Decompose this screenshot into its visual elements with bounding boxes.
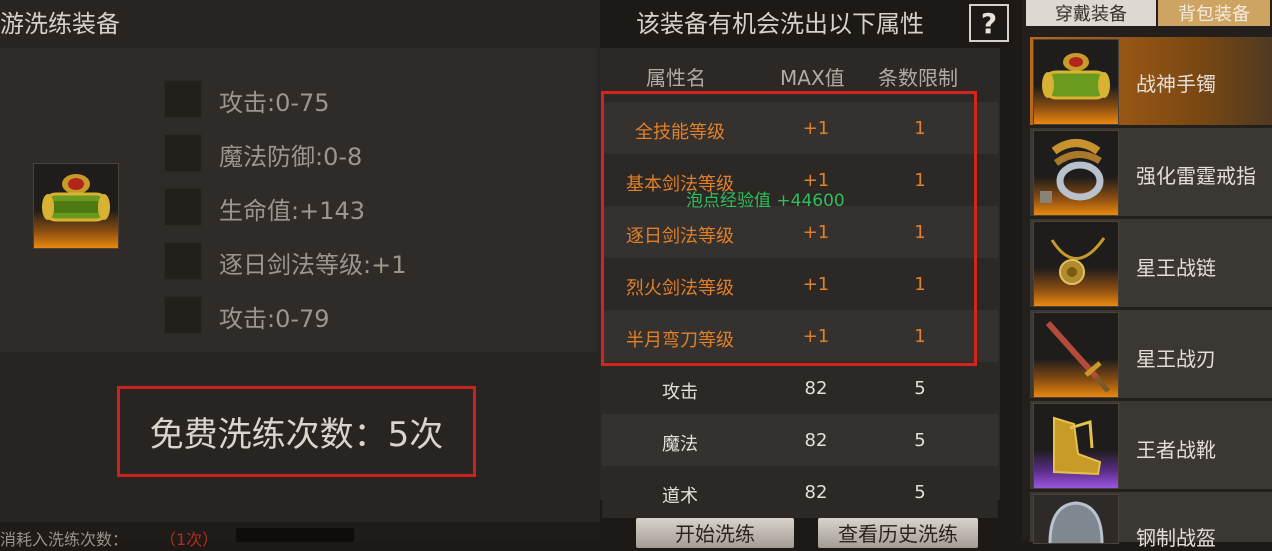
column-header-max: MAX值 xyxy=(780,66,845,90)
exp-gain-popup: 泡点经验值 +44600 xyxy=(686,191,845,211)
column-header-limit: 条数限制 xyxy=(878,66,958,90)
attribute-lock-checkbox[interactable] xyxy=(164,188,202,226)
start-refine-button[interactable]: 开始洗练 xyxy=(636,518,794,548)
refine-cost-value: （1次） xyxy=(160,530,219,549)
attribute-text: 魔法防御:0-8 xyxy=(219,143,363,171)
refine-panel-title: 游洗练装备 xyxy=(0,10,120,38)
attribute-lock-checkbox[interactable] xyxy=(164,80,202,118)
help-button[interactable]: ? xyxy=(969,4,1009,42)
equipment-name: 钢制战盔 xyxy=(1136,526,1216,550)
attribute-text: 攻击:0-79 xyxy=(219,305,330,333)
tab-worn-equipment[interactable]: 穿戴装备 xyxy=(1026,0,1156,26)
attribute-text: 攻击:0-75 xyxy=(219,89,330,117)
free-refine-count: 免费洗练次数：5次 xyxy=(117,386,476,477)
attribute-max-cell: 82 xyxy=(804,482,828,503)
attribute-text: 逐日剑法等级:+1 xyxy=(219,251,407,279)
equipment-name: 星王战刃 xyxy=(1136,347,1216,371)
attribute-limit-cell: 5 xyxy=(914,378,926,399)
necklace-icon xyxy=(1033,221,1119,307)
attribute-lock-checkbox[interactable] xyxy=(164,134,202,172)
highlight-frame xyxy=(601,91,977,366)
attribute-text: 生命值:+143 xyxy=(219,197,366,225)
possible-attributes-title: 该装备有机会洗出以下属性 xyxy=(636,10,924,38)
equipment-name: 王者战靴 xyxy=(1136,438,1216,462)
ring-icon xyxy=(1033,130,1119,216)
attribute-lock-checkbox[interactable] xyxy=(164,296,202,334)
refine-count-input[interactable] xyxy=(236,528,354,542)
attribute-name-cell: 魔法 xyxy=(662,434,698,455)
attribute-limit-cell: 5 xyxy=(914,482,926,503)
column-header-attribute: 属性名 xyxy=(646,66,706,90)
attribute-limit-cell: 5 xyxy=(914,430,926,451)
sword-icon xyxy=(1033,312,1119,398)
equipment-name: 强化雷霆戒指 xyxy=(1136,164,1256,188)
equipment-name: 战神手镯 xyxy=(1136,72,1216,96)
bracelet-icon xyxy=(1033,39,1119,125)
boots-icon xyxy=(1033,403,1119,489)
bracelet-icon[interactable] xyxy=(33,163,119,249)
refine-cost-label: 消耗入洗练次数： xyxy=(0,530,129,549)
attribute-name-cell: 攻击 xyxy=(662,382,698,403)
refine-history-button[interactable]: 查看历史洗练 xyxy=(818,518,978,548)
attribute-max-cell: 82 xyxy=(804,378,828,399)
equipment-name: 星王战链 xyxy=(1136,256,1216,280)
attribute-lock-checkbox[interactable] xyxy=(164,242,202,280)
helmet-icon xyxy=(1033,494,1119,544)
tab-bag-equipment[interactable]: 背包装备 xyxy=(1158,0,1270,26)
attribute-name-cell: 道术 xyxy=(662,486,698,507)
attribute-max-cell: 82 xyxy=(804,430,828,451)
